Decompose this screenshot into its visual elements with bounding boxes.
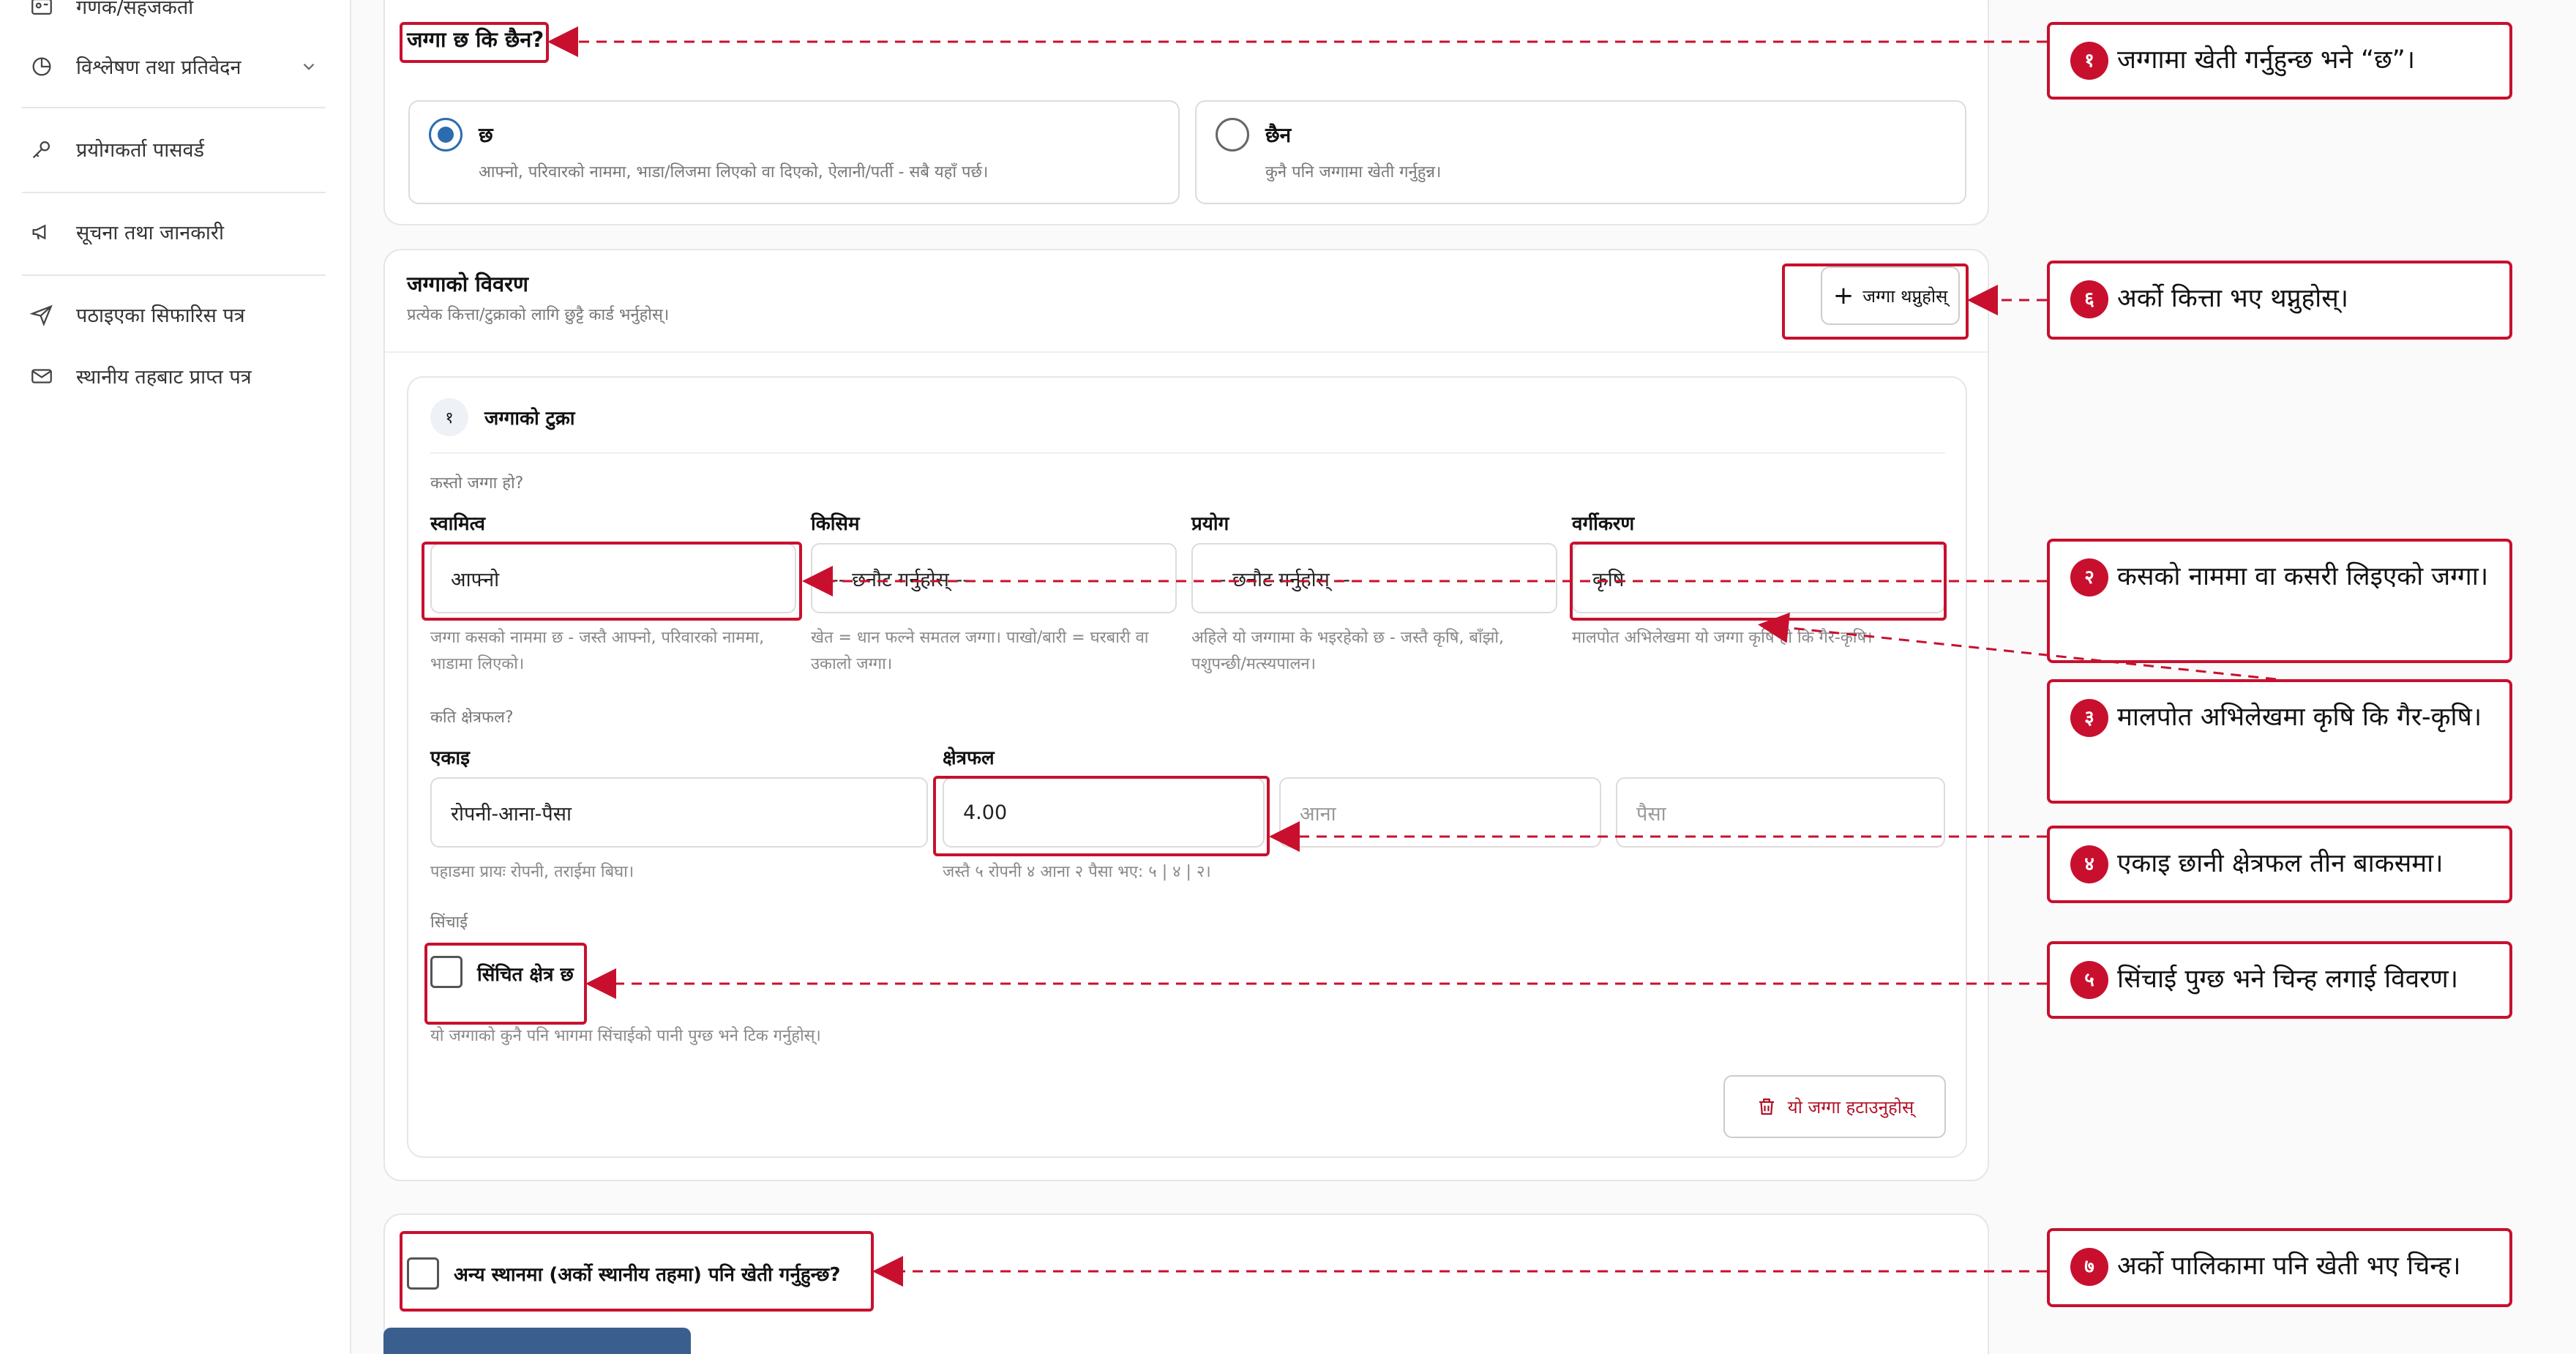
sidebar-item-label: स्थानीय तहबाट प्राप्त पत्र: [76, 366, 252, 389]
irrigation-help: यो जग्गाको कुनै पनि भागमा सिंचाईको पानी …: [430, 1027, 821, 1045]
highlight-land-question: [400, 22, 549, 63]
annotation-number: ६: [2070, 280, 2108, 318]
sidebar-divider: [22, 274, 326, 276]
option-no-label: छैन: [1265, 123, 1292, 147]
option-no[interactable]: छैन कुनै पनि जग्गामा खेती गर्नुहुन्न।: [1195, 100, 1966, 204]
annotation-number: ३: [2070, 699, 2108, 737]
unit-select[interactable]: रोपनी-आना-पैसा: [430, 777, 928, 848]
sidebar-item-enumerator[interactable]: गणक/सहजकर्ता: [29, 0, 193, 20]
irrigation-heading: सिंचाई: [430, 913, 468, 932]
usage-label: प्रयोग: [1191, 513, 1229, 535]
sidebar-item-sent-letters[interactable]: पठाइएका सिफारिस पत्र: [29, 301, 245, 328]
area-question: कति क्षेत्रफल?: [430, 708, 514, 727]
sidebar-item-analysis[interactable]: विश्लेषण तथा प्रतिवेदन: [29, 53, 318, 80]
classification-help: मालपोत अभिलेखमा यो जग्गा कृषि हो कि गैर-…: [1572, 629, 1873, 647]
chevron-down-icon[interactable]: [299, 57, 318, 76]
ownership-help: जग्गा कसको नाममा छ - जस्तै आफ्नो, परिवार…: [430, 629, 765, 673]
remove-land-label: यो जग्गा हटाउनुहोस्: [1787, 1096, 1914, 1118]
annotation-number: १: [2070, 42, 2108, 80]
annotation-3: ३ मालपोत अभिलेखमा कृषि कि गैर-कृषि।: [2047, 679, 2512, 804]
pie-chart-icon: [32, 57, 51, 75]
sidebar-item-label: प्रयोगकर्ता पासवर्ड: [76, 139, 204, 162]
parcel-card: १ जग्गाको टुक्रा कस्तो जग्गा हो? स्वामित…: [407, 376, 1967, 1158]
highlight-add-button: [1782, 263, 1969, 340]
next-button[interactable]: [383, 1328, 691, 1354]
highlight-other-place: [400, 1231, 874, 1312]
remove-land-button[interactable]: यो जग्गा हटाउनुहोस्: [1723, 1075, 1946, 1138]
id-card-icon: [31, 0, 52, 15]
sidebar-item-received-letters[interactable]: स्थानीय तहबाट प्राप्त पत्र: [29, 362, 252, 389]
usage-select[interactable]: -- छनौट गर्नुहोस् --: [1191, 543, 1557, 613]
unit-label: एकाइ: [430, 747, 470, 769]
divider: [430, 452, 1945, 454]
sidebar: गणक/सहजकर्ता विश्लेषण तथा प्रतिवेदन प्रय…: [0, 0, 351, 1354]
parcel-index: १: [430, 398, 468, 436]
unit-value: रोपनी-आना-पैसा: [451, 802, 572, 826]
type-value: -- छनौट गर्नुहोस् --: [831, 568, 970, 591]
what-land-heading: कस्तो जग्गा हो?: [430, 474, 524, 493]
land-details-title: जग्गाको विवरण: [407, 272, 528, 296]
annotation-2: २ कसको नाममा वा कसरी लिइएको जग्गा।: [2047, 539, 2512, 663]
annotation-5: ५ सिंचाई पुग्छ भने चिन्ह लगाई विवरण।: [2047, 941, 2512, 1019]
paisa-placeholder: पैसा: [1636, 802, 1666, 826]
annotation-number: ५: [2070, 961, 2108, 999]
option-no-desc: कुनै पनि जग्गामा खेती गर्नुहुन्न।: [1265, 163, 1442, 182]
annotation-text: अर्को पालिकामा पनि खेती भए चिन्ह।: [2117, 1252, 2461, 1281]
annotation-7: ७ अर्को पालिकामा पनि खेती भए चिन्ह।: [2047, 1228, 2512, 1307]
annotation-number: २: [2070, 558, 2108, 596]
highlight-area: [933, 776, 1270, 856]
paisa-input[interactable]: पैसा: [1616, 777, 1945, 848]
classification-label: वर्गीकरण: [1572, 513, 1635, 535]
usage-help: अहिले यो जग्गामा के भइरहेको छ - जस्तै कृ…: [1191, 629, 1505, 673]
option-yes-label: छ: [479, 123, 493, 147]
option-yes-desc: आफ्नो, परिवारको नाममा, भाडा/लिजमा लिएको …: [479, 163, 989, 182]
annotation-text: अर्को कित्ता भए थप्नुहोस्।: [2117, 284, 2349, 313]
highlight-ownership: [422, 542, 802, 621]
parcel-title: जग्गाको टुक्रा: [484, 408, 575, 430]
type-label: किसिम: [811, 513, 860, 535]
area-label: क्षेत्रफल: [943, 747, 995, 769]
land-details-subtitle: प्रत्येक कित्ता/टुक्राको लागि छुट्टै कार…: [407, 306, 670, 324]
annotation-text: मालपोत अभिलेखमा कृषि कि गैर-कृषि।: [2117, 703, 2482, 732]
land-question-card: जग्गा छ कि छैन? छ आफ्नो, परिवारको नाममा,…: [383, 0, 1989, 225]
trash-icon: [1759, 1098, 1774, 1115]
unit-help: पहाडमा प्रायः रोपनी, तराईमा बिघा।: [430, 863, 634, 881]
land-details-card: जग्गाको विवरण प्रत्येक कित्ता/टुक्राको ल…: [383, 249, 1989, 1181]
radio-no[interactable]: [1216, 118, 1249, 152]
annotation-4: ४ एकाइ छानी क्षेत्रफल तीन बाकसमा।: [2047, 826, 2512, 903]
annotation-text: जग्गामा खेती गर्नुहुन्छ भने “छ”।: [2117, 45, 2416, 75]
annotation-6: ६ अर्को कित्ता भए थप्नुहोस्।: [2047, 261, 2512, 340]
type-help: खेत = धान फल्ने समतल जग्गा। पाखो/बारी = …: [811, 629, 1149, 673]
annotation-text: सिंचाई पुग्छ भने चिन्ह लगाई विवरण।: [2117, 965, 2459, 994]
mail-icon: [31, 368, 52, 384]
sidebar-item-notices[interactable]: सूचना तथा जानकारी: [29, 218, 224, 245]
annotation-text: एकाइ छानी क्षेत्रफल तीन बाकसमा।: [2117, 849, 2444, 878]
sidebar-item-label: पठाइएका सिफारिस पत्र: [76, 304, 245, 327]
annotation-number: ४: [2070, 845, 2108, 883]
type-select[interactable]: -- छनौट गर्नुहोस् --: [811, 543, 1177, 613]
highlight-classification: [1570, 542, 1947, 621]
ana-input[interactable]: आना: [1279, 777, 1601, 848]
radio-yes[interactable]: [429, 118, 463, 152]
annotation-text: कसको नाममा वा कसरी लिइएको जग्गा।: [2117, 562, 2489, 591]
sidebar-item-label: विश्लेषण तथा प्रतिवेदन: [76, 56, 242, 79]
key-icon: [32, 141, 50, 158]
usage-value: -- छनौट गर्नुहोस् --: [1212, 568, 1350, 591]
annotation-number: ७: [2070, 1248, 2108, 1286]
area-help: जस्तै ५ रोपनी ४ आना २ पैसा भए: ५ | ४ | २…: [943, 863, 1211, 881]
sidebar-divider: [22, 107, 326, 108]
sidebar-item-label: गणक/सहजकर्ता: [76, 0, 194, 19]
ownership-label: स्वामित्व: [430, 513, 485, 535]
sidebar-item-label: सूचना तथा जानकारी: [76, 222, 224, 244]
send-icon: [29, 304, 53, 326]
annotation-1: १ जग्गामा खेती गर्नुहुन्छ भने “छ”।: [2047, 22, 2512, 100]
highlight-irrigation: [424, 943, 587, 1025]
ana-placeholder: आना: [1300, 802, 1336, 826]
option-yes[interactable]: छ आफ्नो, परिवारको नाममा, भाडा/लिजमा लिएक…: [408, 100, 1180, 204]
main-content: जग्गा छ कि छैन? छ आफ्नो, परिवारको नाममा,…: [351, 0, 2576, 1354]
sidebar-item-password[interactable]: प्रयोगकर्ता पासवर्ड: [29, 135, 204, 162]
divider: [385, 351, 1988, 353]
megaphone-icon: [32, 224, 46, 239]
sidebar-divider: [22, 192, 326, 193]
